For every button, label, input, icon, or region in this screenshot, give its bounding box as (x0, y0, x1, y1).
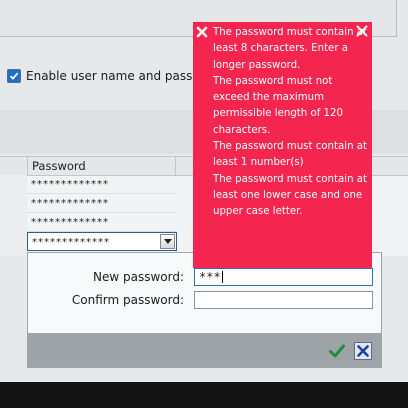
close-icon[interactable] (356, 25, 368, 37)
new-password-field[interactable]: *** (194, 268, 373, 286)
confirm-button[interactable] (328, 342, 346, 360)
enable-username-checkbox[interactable] (7, 69, 21, 83)
chevron-down-icon (163, 239, 172, 244)
checkmark-icon (9, 72, 19, 80)
password-dialog-footer (28, 333, 381, 367)
table-row[interactable]: ************* (27, 175, 176, 194)
blue-x-icon (357, 345, 369, 357)
confirm-password-field[interactable] (194, 291, 373, 309)
text-caret (221, 271, 223, 283)
bottom-status-bar (0, 382, 408, 408)
column-header-password[interactable]: Password (27, 157, 176, 175)
error-tooltip: The password must contain at least 8 cha… (193, 22, 372, 268)
enable-username-row[interactable]: Enable user name and passwo (7, 67, 210, 85)
password-cell-dropdown-button[interactable] (160, 234, 175, 249)
error-message: The password must not exceed the maximum… (213, 75, 343, 136)
new-password-label: New password: (92, 270, 184, 284)
table-row[interactable]: ************* (27, 213, 176, 232)
enable-username-label: Enable user name and passwo (26, 69, 210, 83)
password-dialog: New password: *** Confirm password: (27, 252, 382, 368)
password-cell-value: ************* (32, 237, 110, 248)
white-x-icon (196, 26, 208, 38)
green-check-icon (329, 344, 345, 358)
table-row-selected[interactable]: ************* (27, 232, 177, 251)
table-row[interactable]: ************* (27, 194, 176, 213)
error-message: The password must contain at least 1 num… (213, 141, 368, 169)
grid-row-headers (0, 175, 27, 256)
new-password-value: *** (199, 270, 221, 284)
error-message: The password must contain at least one l… (213, 173, 368, 218)
confirm-password-label: Confirm password: (71, 293, 184, 307)
cancel-button[interactable] (354, 342, 372, 360)
error-message: The password must contain at least 8 cha… (213, 27, 368, 71)
